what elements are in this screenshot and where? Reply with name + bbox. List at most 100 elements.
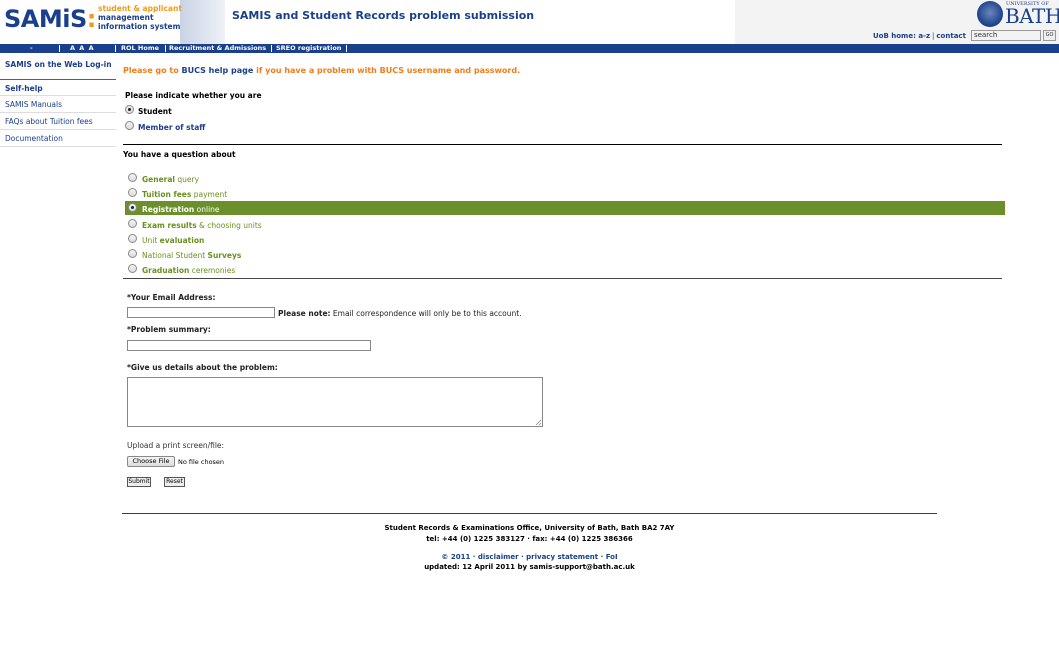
search-input[interactable]: search [971, 30, 1041, 41]
topic-exam-results-label[interactable]: Exam results & choosing units [142, 221, 262, 230]
logo-sub-line1: student & applicant [98, 4, 182, 13]
sidebar-item-samis-login[interactable]: SAMIS on the Web Log-in [5, 60, 112, 69]
topic-label-rest: & choosing units [196, 221, 262, 230]
choose-file-button[interactable]: Choose File [127, 456, 175, 467]
topic-unit-evaluation-label[interactable]: Unit evaluation [142, 236, 204, 245]
topic-nss-radio[interactable] [128, 249, 137, 258]
footer-disclaimer-link[interactable]: disclaimer [478, 553, 519, 561]
file-status: No file chosen [178, 458, 225, 466]
role-staff-label[interactable]: Member of staff [138, 123, 205, 132]
logo-sub-line3: information system [98, 22, 181, 31]
footer-links: © 2011 · disclaimer · privacy statement … [441, 553, 618, 561]
topic-graduation-label[interactable]: Graduation ceremonies [142, 266, 235, 275]
topic-label-bold: General [142, 175, 175, 184]
topic-general-label[interactable]: General query [142, 175, 199, 184]
footer-divider [122, 513, 937, 514]
nav-separator [115, 45, 116, 52]
upload-label: Upload a print screen/file: [127, 441, 225, 450]
topic-label-rest: online [194, 205, 220, 214]
bucs-notice: Please go to BUCS help page if you have … [123, 66, 520, 75]
sidebar-heading-self-help: Self-help [5, 84, 43, 93]
topic-label-pre: Unit [142, 236, 160, 245]
role-student-label[interactable]: Student [138, 107, 172, 116]
topic-general-radio[interactable] [128, 173, 137, 182]
topic-tuition-fees-radio[interactable] [128, 188, 137, 197]
logo-main: SAMiS [4, 5, 87, 33]
email-note-bold: Please note: [278, 309, 331, 318]
topic-label-bold: Surveys [207, 251, 242, 260]
sidebar-item-documentation[interactable]: Documentation [5, 134, 63, 143]
topic-registration-radio[interactable] [128, 203, 137, 212]
topic-label-bold: Tuition fees [142, 190, 192, 199]
logo-sub-line2: management [98, 13, 154, 22]
sidebar-divider [0, 79, 116, 80]
nav-separator [59, 45, 60, 52]
logo-subtitle: student & applicant management informati… [98, 4, 182, 31]
problem-details-label: *Give us details about the problem: [127, 363, 278, 372]
nav-rol-home[interactable]: ROL Home [121, 44, 159, 53]
utility-links: UoB home: a-z | contact [873, 32, 966, 40]
problem-summary-field[interactable] [127, 340, 371, 351]
topic-label-rest: ceremonies [189, 266, 236, 275]
topic-tuition-fees-label[interactable]: Tuition fees payment [142, 190, 227, 199]
role-question-label: Please indicate whether you are [125, 91, 262, 100]
text-size-controls[interactable]: A A A [70, 44, 95, 53]
footer-copyright: © 2011 · [441, 553, 478, 561]
bucs-notice-post: if you have a problem with BUCS username… [253, 66, 521, 75]
contact-link[interactable]: contact [936, 32, 966, 40]
problem-summary-label: *Problem summary: [127, 325, 211, 334]
bucs-help-link[interactable]: BUCS help page [182, 66, 254, 75]
nav-separator [346, 45, 347, 52]
reset-button[interactable]: Reset [164, 477, 185, 487]
header-decoration [180, 0, 225, 44]
nav-sreo-registration[interactable]: SREO registration [276, 44, 341, 53]
topic-graduation-radio[interactable] [128, 264, 137, 273]
topic-exam-results-radio[interactable] [128, 219, 137, 228]
resize-grip-icon[interactable] [535, 419, 542, 426]
sidebar-item-samis-manuals[interactable]: SAMIS Manuals [5, 100, 62, 109]
role-staff-radio[interactable] [125, 121, 134, 130]
sidebar-divider [0, 146, 116, 147]
selected-topic-highlight [125, 201, 1005, 215]
section-divider [123, 144, 1002, 145]
topic-label-bold: Registration [142, 205, 195, 214]
topic-label-pre: National Student [142, 251, 208, 260]
topic-unit-evaluation-radio[interactable] [128, 234, 137, 243]
footer-address: Student Records & Examinations Office, U… [384, 524, 675, 532]
page-title: SAMIS and Student Records problem submis… [232, 9, 535, 22]
topic-label-bold: Exam results [142, 221, 197, 230]
topic-label-rest: payment [191, 190, 228, 199]
footer-contact: tel: +44 (0) 1225 383127 · fax: +44 (0) … [426, 535, 633, 543]
topic-label-rest: query [175, 175, 200, 184]
sidebar-divider [0, 112, 116, 113]
email-label: *Your Email Address: [127, 293, 216, 302]
uob-home-link[interactable]: UoB home: a-z [873, 32, 930, 40]
sidebar-item-faqs-tuition-fees[interactable]: FAQs about Tuition fees [5, 117, 93, 126]
footer-foi-link[interactable]: FoI [606, 553, 618, 561]
sidebar-divider [0, 129, 116, 130]
email-note: Please note: Email correspondence will o… [278, 309, 522, 318]
topic-question-label: You have a question about [123, 150, 236, 159]
problem-details-textarea[interactable] [127, 377, 543, 427]
logo-colon: : [86, 5, 97, 33]
footer-updated: updated: 12 April 2011 by samis-support@… [424, 563, 635, 571]
role-student-radio[interactable] [125, 105, 134, 114]
nav-separator [271, 45, 272, 52]
email-note-text: Email correspondence will only be to thi… [330, 309, 522, 318]
sidebar-divider [0, 95, 116, 96]
topic-registration-label[interactable]: Registration online [142, 205, 220, 214]
bath-crest-icon[interactable] [977, 1, 1003, 27]
text-size-decrease[interactable]: - [30, 44, 33, 53]
topic-label-bold: evaluation [159, 236, 205, 245]
submit-button[interactable]: Submit [127, 477, 151, 487]
footer-privacy-link[interactable]: privacy statement [526, 553, 598, 561]
nav-separator [165, 45, 166, 52]
samis-logo[interactable]: SAMiS: [4, 4, 96, 34]
email-field[interactable] [127, 307, 275, 318]
go-button[interactable]: GO [1043, 30, 1056, 41]
topic-nss-label[interactable]: National Student Surveys [142, 251, 241, 260]
bath-logo-text[interactable]: BATH [1005, 5, 1059, 27]
nav-recruitment-admissions[interactable]: Recruitment & Admissions [169, 44, 266, 53]
topic-label-bold: Graduation [142, 266, 190, 275]
section-divider [123, 278, 1002, 279]
